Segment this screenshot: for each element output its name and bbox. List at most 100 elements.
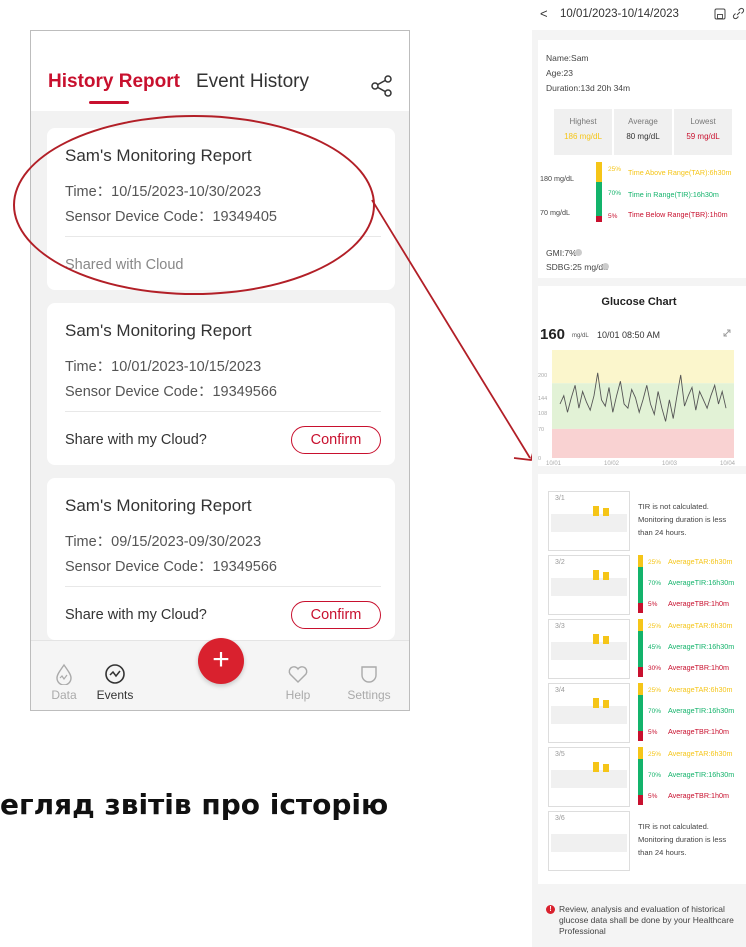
x-tick-label: 10/01 [546, 461, 562, 465]
patient-age: Age:23 [546, 68, 573, 78]
tar-label: Time Above Range(TAR):6h30m [628, 168, 732, 177]
tar-bar [638, 555, 643, 567]
share-prompt: Share with my Cloud? [65, 607, 207, 623]
chart-title: Glucose Chart [601, 296, 677, 308]
nav-help-label: Help [285, 688, 311, 702]
tir-not-calculated-text: than 24 hours. [638, 848, 687, 857]
y-tick-label: 70 [538, 427, 544, 433]
tbr-bar [638, 795, 643, 805]
above-range-peak [593, 634, 599, 644]
report-card[interactable]: Sam's Monitoring Report Time：10/15/2023-… [47, 128, 395, 290]
info-icon[interactable] [602, 263, 609, 270]
back-icon[interactable]: < [540, 6, 548, 21]
add-button[interactable]: + [198, 638, 244, 684]
report-title: Sam's Monitoring Report [65, 496, 252, 515]
tar-percent: 25% [648, 687, 662, 694]
highest-value: 186 mg/dL [564, 132, 602, 141]
report-title: Sam's Monitoring Report [65, 146, 252, 165]
tar-percent: 25% [648, 751, 662, 758]
tar-bar [638, 619, 643, 631]
report-card[interactable]: Sam's Monitoring Report Time：10/01/2023-… [47, 303, 395, 465]
daily-date: 3/6 [555, 815, 565, 822]
tir-bar [638, 695, 643, 731]
tar-bar [596, 162, 602, 182]
tar-bar [638, 683, 643, 695]
tir-bar [638, 567, 643, 603]
shared-status: Shared with Cloud [65, 257, 184, 273]
above-range-peak [593, 570, 599, 580]
tir-not-calculated-text: Monitoring duration is less [638, 515, 727, 524]
report-time: Time：10/15/2023-10/30/2023 [65, 184, 262, 200]
expand-icon[interactable] [722, 328, 732, 338]
tir-percent: 70% [648, 580, 662, 587]
tir-bar [638, 759, 643, 795]
report-title: Sam's Monitoring Report [65, 321, 252, 340]
daily-mini-chart: 3/1 [548, 491, 630, 551]
nav-data-label: Data [51, 688, 77, 702]
daily-date: 3/3 [555, 623, 565, 630]
patient-name: Name:Sam [546, 53, 589, 63]
caption-text: егляд звітів про історію [0, 788, 389, 821]
daily-mini-chart: 3/3 [548, 619, 630, 679]
report-time: Time：09/15/2023-09/30/2023 [65, 534, 262, 550]
nav-help[interactable]: Help [268, 663, 328, 702]
heart-icon [288, 666, 308, 683]
tab-history-report[interactable]: History Report [48, 71, 180, 93]
above-range-peak [603, 700, 609, 708]
y-tick-label: 108 [538, 411, 547, 417]
tab-event-history[interactable]: Event History [196, 71, 309, 93]
drop-icon [56, 663, 72, 685]
average-value: 80 mg/dL [626, 132, 660, 141]
tar-percent: 25% [648, 623, 662, 630]
link-icon[interactable] [732, 7, 745, 20]
tbr-bar [638, 731, 643, 741]
share-prompt: Share with my Cloud? [65, 432, 207, 448]
nav-events-label: Events [96, 688, 134, 702]
confirm-button[interactable]: Confirm [291, 601, 381, 629]
above-range-peak [603, 636, 609, 644]
above-range-peak [603, 572, 609, 580]
x-tick-label: 10/04 [720, 461, 736, 465]
current-glucose-time: 10/01 08:50 AM [597, 330, 661, 340]
daily-mini-chart: 3/2 [548, 555, 630, 615]
share-icon[interactable] [371, 75, 393, 97]
average-label: Average [628, 117, 658, 126]
save-icon[interactable] [714, 8, 726, 20]
in-range-band [551, 834, 627, 852]
in-range-band [551, 770, 627, 788]
above-range-peak [603, 508, 609, 516]
average-tir-label: AverageTIR:16h30m [668, 642, 735, 651]
report-header: < 10/01/2023-10/14/2023 [532, 0, 746, 30]
nav-events[interactable]: Events [85, 663, 145, 702]
daily-date: 3/4 [555, 687, 565, 694]
glucose-line-chart: 0 70 108 144 200 10/01 10/02 10/03 10/04 [538, 350, 736, 465]
average-stat: Average 80 mg/dL [614, 109, 672, 155]
daily-mini-chart: 3/4 [548, 683, 630, 743]
daily-date: 3/5 [555, 751, 565, 758]
history-phone-screen: History Report Event History Sam's Monit… [30, 30, 410, 711]
average-tar-label: AverageTAR:6h30m [668, 685, 733, 694]
gmi-value: GMI:7% [546, 248, 577, 258]
tar-bar [638, 747, 643, 759]
average-tar-label: AverageTAR:6h30m [668, 557, 733, 566]
confirm-button[interactable]: Confirm [291, 426, 381, 454]
lower-threshold: 70 mg/dL [540, 208, 570, 217]
top-bar: History Report Event History [31, 31, 409, 111]
report-date-range: 10/01/2023-10/14/2023 [560, 8, 679, 20]
events-icon [105, 664, 125, 684]
y-tick-label: 144 [538, 396, 547, 402]
tar-percent: 25% [608, 166, 622, 173]
range-band-above [552, 350, 734, 384]
monitoring-duration: Duration:13d 20h 34m [546, 83, 631, 93]
tbr-bar [638, 667, 643, 677]
info-icon[interactable] [575, 249, 582, 256]
report-card[interactable]: Sam's Monitoring Report Time：09/15/2023-… [47, 478, 395, 640]
nav-settings[interactable]: Settings [339, 663, 399, 702]
sdbg-value: SDBG:25 mg/dL [546, 262, 608, 272]
tar-percent: 25% [648, 559, 662, 566]
highest-stat: Highest 186 mg/dL [554, 109, 612, 155]
report-sensor-code: Sensor Device Code：19349405 [65, 209, 277, 225]
report-screen: < 10/01/2023-10/14/2023 Name:Sam Age:23 … [532, 0, 746, 947]
tir-not-calculated-text: TIR is not calculated. [638, 502, 709, 511]
average-tir-label: AverageTIR:16h30m [668, 578, 735, 587]
